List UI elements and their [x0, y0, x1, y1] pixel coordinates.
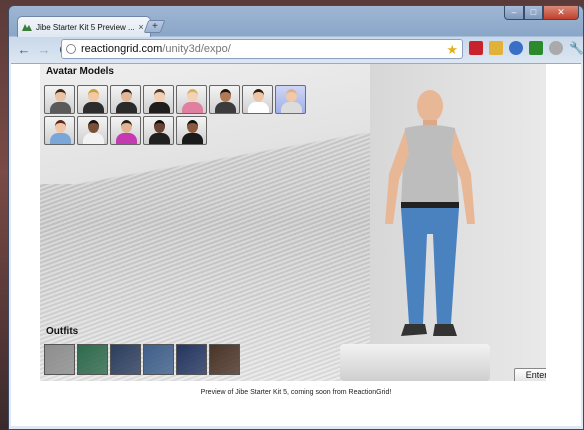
tab-title: Jibe Starter Kit 5 Preview ...: [36, 22, 135, 32]
unity-scene[interactable]: Avatar Models Outfits Enter Jibe: [40, 64, 546, 381]
browser-window: Jibe Starter Kit 5 Preview ... × + – □ ✕…: [8, 5, 584, 430]
globe-icon: [66, 44, 76, 54]
avatar-thumbnail[interactable]: [242, 85, 273, 114]
avatar-torso: [116, 133, 137, 144]
plus-icon: +: [151, 21, 158, 32]
avatar-thumbnail[interactable]: [44, 85, 75, 114]
new-tab-button[interactable]: +: [143, 20, 166, 33]
bookmark-star-icon[interactable]: ★: [446, 42, 458, 58]
close-window-button[interactable]: ✕: [543, 6, 579, 20]
avatar-head: [121, 120, 132, 133]
avatar-thumbnail[interactable]: [176, 116, 207, 145]
avatar-thumbnail[interactable]: [275, 85, 306, 114]
avatar-torso: [83, 102, 104, 113]
avatar-torso: [50, 133, 71, 144]
forward-arrow-icon[interactable]: →: [35, 41, 53, 59]
wrench-icon[interactable]: 🔧: [569, 41, 584, 55]
avatar-3d-model: [385, 90, 475, 336]
page-caption: Preview of Jibe Starter Kit 5, coming so…: [200, 389, 392, 396]
avatar-head: [88, 120, 99, 133]
avatar-thumbnail[interactable]: [143, 85, 174, 114]
browser-toolbar: ← → C reactiongrid.com/unity3d/expo/ ★ 🔧: [9, 37, 584, 63]
avatar-thumbnail[interactable]: [110, 116, 141, 145]
page-content: Avatar Models Outfits Enter Jibe Preview…: [11, 63, 581, 426]
avatar-head: [220, 89, 231, 102]
avatar-head: [88, 89, 99, 102]
avatar-torso: [248, 102, 269, 113]
avatar-head: [187, 120, 198, 133]
window-controls: – □ ✕: [504, 6, 579, 20]
avatar-head: [154, 120, 165, 133]
outfit-swatch[interactable]: [44, 344, 75, 375]
avatar-torso: [83, 133, 104, 144]
back-arrow-icon[interactable]: ←: [15, 41, 33, 59]
avatar-thumbnail[interactable]: [176, 85, 207, 114]
avatar-head: [286, 89, 297, 102]
avatar-thumbnail[interactable]: [110, 85, 141, 114]
avatar-head: [154, 89, 165, 102]
avatar-thumbnail[interactable]: [77, 116, 108, 145]
avatar-head: [253, 89, 264, 102]
outfit-swatch[interactable]: [176, 344, 207, 375]
avatar-thumbnail[interactable]: [44, 116, 75, 145]
avatar-torso: [182, 133, 203, 144]
enter-jibe-button[interactable]: Enter Jibe: [514, 368, 546, 381]
url-host: reactiongrid.com: [81, 43, 163, 55]
tab-jibe-preview[interactable]: Jibe Starter Kit 5 Preview ... ×: [17, 16, 151, 37]
avatar-head: [55, 120, 66, 133]
avatar-torso: [149, 133, 170, 144]
avatar-models-grid: [44, 85, 306, 145]
extension-puzzle-icon[interactable]: [489, 41, 503, 55]
avatar-thumbnail[interactable]: [209, 85, 240, 114]
avatar-torso: [149, 102, 170, 113]
avatar-thumbnail[interactable]: [77, 85, 108, 114]
avatar-thumbnail[interactable]: [143, 116, 174, 145]
extension-phone-icon[interactable]: [509, 41, 523, 55]
tab-strip: Jibe Starter Kit 5 Preview ... × + – □ ✕: [9, 6, 583, 37]
avatar-models-title: Avatar Models: [46, 66, 114, 77]
outfits-grid: [44, 344, 240, 375]
maximize-button[interactable]: □: [524, 6, 543, 20]
avatar-torso: [215, 102, 236, 113]
avatar-torso: [281, 102, 302, 113]
avatar-head: [121, 89, 132, 102]
avatar-torso: [116, 102, 137, 113]
extension-circle-icon[interactable]: [549, 41, 563, 55]
url-path: /unity3d/expo/: [162, 43, 231, 55]
minimize-button[interactable]: –: [504, 6, 524, 20]
outfit-swatch[interactable]: [110, 344, 141, 375]
outfits-title: Outfits: [46, 326, 79, 337]
avatar-torso: [50, 102, 71, 113]
address-bar[interactable]: reactiongrid.com/unity3d/expo/ ★: [61, 39, 463, 59]
outfit-swatch[interactable]: [143, 344, 174, 375]
extension-monitor-icon[interactable]: [529, 41, 543, 55]
extension-red-icon[interactable]: [469, 41, 483, 55]
extension-bar: 🔧: [469, 41, 584, 55]
outfit-swatch[interactable]: [209, 344, 240, 375]
avatar-head: [55, 89, 66, 102]
avatar-torso: [182, 102, 203, 113]
outfit-swatch[interactable]: [77, 344, 108, 375]
avatar-head: [187, 89, 198, 102]
reactiongrid-favicon-icon: [22, 24, 32, 31]
